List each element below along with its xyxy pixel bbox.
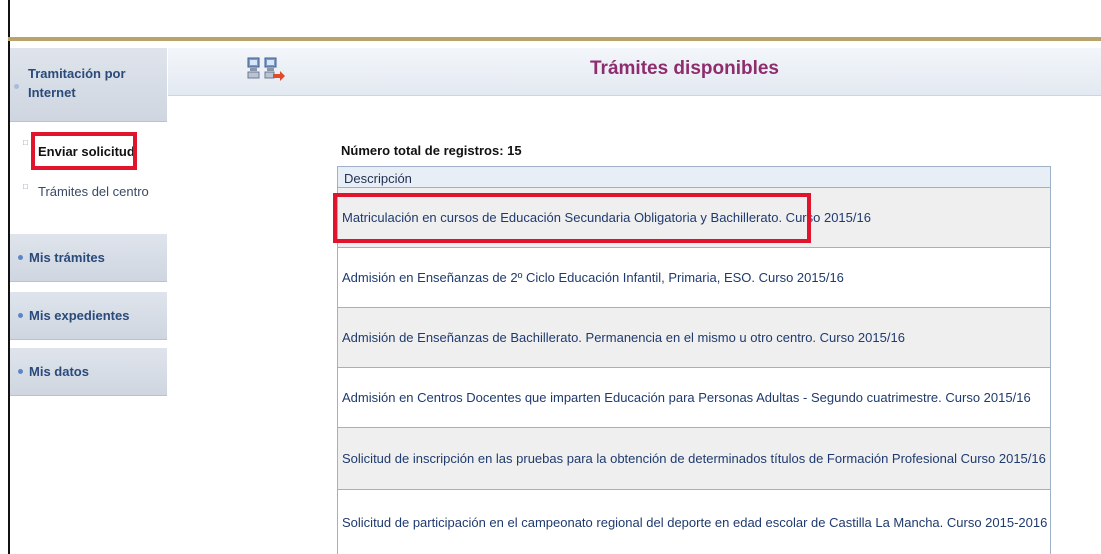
- top-accent-line: [8, 37, 1101, 41]
- sidebar-item-mis-expedientes[interactable]: Mis expedientes: [10, 292, 167, 340]
- table-header: Descripción: [338, 166, 1050, 188]
- row-link[interactable]: Solicitud de inscripción en las pruebas …: [338, 451, 1046, 466]
- page-title: Trámites disponibles: [590, 58, 779, 79]
- highlight-box: [31, 132, 137, 170]
- sidebar: Tramitación por Internet □ Enviar solici…: [10, 48, 167, 554]
- bullet-icon: □: [23, 182, 28, 191]
- sidebar-section-title: Tramitación por Internet: [28, 66, 126, 100]
- sidebar-item-label: Mis expedientes: [29, 308, 130, 323]
- bullet-icon: □: [23, 138, 28, 147]
- page-header: Trámites disponibles: [168, 48, 1101, 96]
- table-row[interactable]: Admisión de Enseñanzas de Bachillerato. …: [338, 308, 1050, 368]
- bullet-icon: [18, 255, 23, 260]
- sidebar-item-label: Mis datos: [29, 364, 89, 379]
- table-row[interactable]: Admisión en Enseñanzas de 2º Ciclo Educa…: [338, 248, 1050, 308]
- row-link[interactable]: Admisión de Enseñanzas de Bachillerato. …: [338, 330, 905, 345]
- sidebar-item-tramites-centro[interactable]: Trámites del centro: [38, 184, 149, 199]
- table-row[interactable]: Solicitud de participación en el campeon…: [338, 490, 1050, 554]
- sidebar-item-mis-datos[interactable]: Mis datos: [10, 348, 167, 396]
- records-count: Número total de registros: 15: [341, 143, 522, 158]
- highlight-box: [333, 193, 811, 243]
- sidebar-item-mis-tramites[interactable]: Mis trámites: [10, 234, 167, 282]
- row-link[interactable]: Solicitud de participación en el campeon…: [338, 515, 1047, 530]
- bullet-icon: [18, 313, 23, 318]
- column-header-descripcion: Descripción: [344, 171, 412, 186]
- bullet-icon: [14, 84, 19, 89]
- row-link[interactable]: Admisión en Enseñanzas de 2º Ciclo Educa…: [338, 270, 844, 285]
- bullet-icon: [18, 369, 23, 374]
- sidebar-item-label: Mis trámites: [29, 250, 105, 265]
- sidebar-section-tramitacion[interactable]: Tramitación por Internet: [10, 48, 167, 122]
- row-link[interactable]: Admisión en Centros Docentes que imparte…: [338, 390, 1031, 405]
- table-row[interactable]: Admisión en Centros Docentes que imparte…: [338, 368, 1050, 428]
- table-row[interactable]: Solicitud de inscripción en las pruebas …: [338, 428, 1050, 490]
